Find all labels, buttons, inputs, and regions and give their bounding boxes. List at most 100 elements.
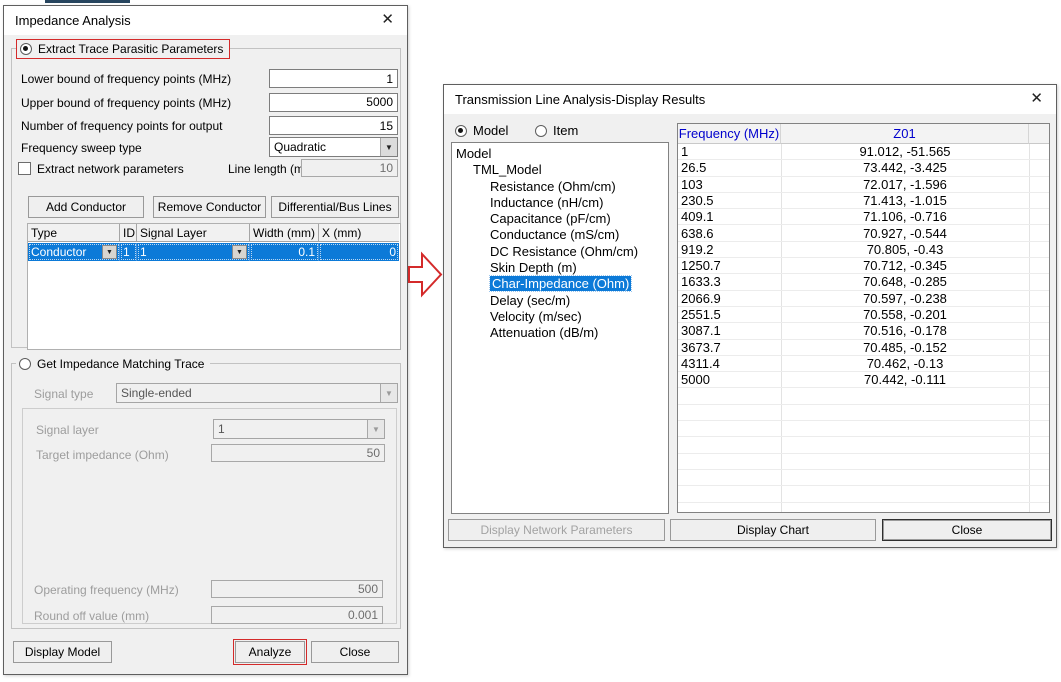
target-impedance-label: Target impedance (Ohm) bbox=[36, 448, 169, 462]
frequency-value: 1633.3 bbox=[681, 274, 721, 289]
results-table-row[interactable]: 230.571.413, -1.015 bbox=[678, 193, 1049, 209]
screenshot-canvas: Impedance Analysis ✕ Extract Trace Paras… bbox=[0, 0, 1061, 682]
line-length-field: 10 bbox=[301, 159, 398, 177]
item-radio[interactable]: Item bbox=[532, 121, 584, 140]
results-table-row[interactable]: 1 91.012, -51.565 bbox=[678, 144, 1049, 160]
round-off-label: Round off value (mm) bbox=[34, 609, 149, 623]
signal-layer-value: 1 bbox=[214, 420, 367, 438]
differential-bus-lines-button[interactable]: Differential/Bus Lines bbox=[271, 196, 399, 218]
display-model-button[interactable]: Display Model bbox=[13, 641, 112, 663]
tree-item[interactable]: Velocity (m/sec) bbox=[452, 309, 668, 325]
results-table-row[interactable]: 409.1 71.106, -0.716 bbox=[678, 209, 1049, 225]
chevron-down-icon: ▼ bbox=[380, 384, 397, 402]
z01-column-header[interactable]: Z01 bbox=[781, 124, 1029, 144]
conductor-width-cell[interactable]: 0.1 bbox=[250, 243, 319, 261]
conductor-layer-cell[interactable]: 1 ▼ bbox=[137, 243, 250, 261]
display-chart-button[interactable]: Display Chart bbox=[670, 519, 876, 541]
results-table-empty-row bbox=[678, 486, 1049, 502]
conductor-table-header-cell[interactable]: Width (mm) bbox=[250, 224, 319, 242]
red-annotation-arrow bbox=[407, 251, 444, 299]
tree-item[interactable]: Inductance (nH/cm) bbox=[452, 195, 668, 211]
z01-value: 73.442, -3.425 bbox=[781, 160, 1029, 175]
results-table-row[interactable]: 638.670.927, -0.544 bbox=[678, 226, 1049, 242]
operating-frequency-label: Operating frequency (MHz) bbox=[34, 583, 179, 597]
sweep-type-combo[interactable]: Quadratic ▼ bbox=[269, 137, 398, 157]
field-label: Upper bound of frequency points (MHz) bbox=[21, 96, 231, 110]
conductor-table-header-cell[interactable]: X (mm) bbox=[319, 224, 399, 242]
z01-value: 70.805, -0.43 bbox=[781, 242, 1029, 257]
chevron-down-icon: ▼ bbox=[367, 420, 384, 438]
conductor-table-header-cell[interactable]: Type bbox=[28, 224, 120, 242]
analyze-button[interactable]: Analyze bbox=[235, 641, 305, 663]
frequency-value: 409.1 bbox=[681, 209, 714, 224]
chevron-down-icon[interactable]: ▼ bbox=[232, 245, 247, 259]
frequency-value: 230.5 bbox=[681, 193, 714, 208]
z01-value: 70.485, -0.152 bbox=[781, 340, 1029, 355]
chevron-down-icon[interactable]: ▼ bbox=[102, 245, 117, 259]
tree-item[interactable]: Char-Impedance (Ohm) bbox=[452, 276, 668, 292]
close-icon[interactable]: ✕ bbox=[1030, 90, 1043, 108]
results-table-row[interactable]: 1250.770.712, -0.345 bbox=[678, 258, 1049, 274]
tree-item[interactable]: Model bbox=[452, 146, 668, 162]
close-icon[interactable]: ✕ bbox=[381, 11, 394, 29]
close-button[interactable]: Close bbox=[311, 641, 399, 663]
tree-item[interactable]: Conductance (mS/cm) bbox=[452, 227, 668, 243]
chevron-down-icon[interactable]: ▼ bbox=[380, 138, 397, 156]
results-table-row[interactable]: 4311.470.462, -0.13 bbox=[678, 356, 1049, 372]
tree-item[interactable]: DC Resistance (Ohm/cm) bbox=[452, 244, 668, 260]
frequency-column-header[interactable]: Frequency (MHz) bbox=[678, 124, 781, 144]
results-table-row[interactable]: 10372.017, -1.596 bbox=[678, 177, 1049, 193]
tree-item[interactable]: Skin Depth (m) bbox=[452, 260, 668, 276]
results-table-row[interactable]: 919.270.805, -0.43 bbox=[678, 242, 1049, 258]
impedance-dialog-title: Impedance Analysis bbox=[15, 13, 131, 28]
tree-item-label: Velocity (m/sec) bbox=[490, 309, 582, 324]
z01-value: 70.648, -0.285 bbox=[781, 274, 1029, 289]
tree-item-label: Skin Depth (m) bbox=[490, 260, 577, 275]
z01-value: 70.558, -0.201 bbox=[781, 307, 1029, 322]
radio-unselected-icon bbox=[19, 358, 31, 370]
conductor-id-cell[interactable]: 1 bbox=[120, 243, 137, 261]
extract-parasitic-radio[interactable]: Extract Trace Parasitic Parameters bbox=[16, 39, 230, 59]
z01-value: 70.712, -0.345 bbox=[781, 258, 1029, 273]
z01-value: 71.106, -0.716 bbox=[781, 209, 1029, 224]
results-table-row[interactable]: 26.573.442, -3.425 bbox=[678, 160, 1049, 176]
results-table-row[interactable]: 3673.770.485, -0.152 bbox=[678, 340, 1049, 356]
tml-dialog-titlebar: Transmission Line Analysis-Display Resul… bbox=[444, 85, 1056, 114]
model-radio-label: Model bbox=[473, 123, 508, 138]
field-input[interactable]: 15 bbox=[269, 116, 398, 135]
tree-item[interactable]: Resistance (Ohm/cm) bbox=[452, 179, 668, 195]
results-table-row[interactable]: 2551.570.558, -0.201 bbox=[678, 307, 1049, 323]
results-table-row[interactable]: 500070.442, -0.111 bbox=[678, 372, 1049, 388]
conductor-table: TypeIDSignal LayerWidth (mm)X (mm) Condu… bbox=[27, 223, 401, 350]
tree-item-label: Attenuation (dB/m) bbox=[490, 325, 598, 340]
matching-trace-radio[interactable]: Get Impedance Matching Trace bbox=[16, 355, 210, 373]
tree-item[interactable]: Delay (sec/m) bbox=[452, 293, 668, 309]
model-radio[interactable]: Model bbox=[452, 121, 514, 140]
conductor-table-header-cell[interactable]: Signal Layer bbox=[137, 224, 250, 242]
close-button[interactable]: Close bbox=[882, 519, 1052, 541]
results-table-empty-row bbox=[678, 503, 1049, 513]
conductor-type-cell[interactable]: Conductor ▼ bbox=[28, 243, 120, 261]
tree-item[interactable]: Capacitance (pF/cm) bbox=[452, 211, 668, 227]
conductor-table-header-cell[interactable]: ID bbox=[120, 224, 137, 242]
conductor-x-cell[interactable]: 0 bbox=[319, 243, 399, 261]
frequency-value: 1 bbox=[681, 144, 688, 159]
results-table-empty-row bbox=[678, 437, 1049, 453]
field-input[interactable]: 5000 bbox=[269, 93, 398, 112]
tree-item[interactable]: TML_Model bbox=[452, 162, 668, 178]
radio-selected-icon bbox=[20, 43, 32, 55]
field-label: Lower bound of frequency points (MHz) bbox=[21, 72, 231, 86]
z01-value: 91.012, -51.565 bbox=[781, 144, 1029, 159]
tree-item[interactable]: Attenuation (dB/m) bbox=[452, 325, 668, 341]
signal-layer-label: Signal layer bbox=[36, 423, 99, 437]
results-table-row[interactable]: 3087.170.516, -0.178 bbox=[678, 323, 1049, 339]
remove-conductor-button[interactable]: Remove Conductor bbox=[153, 196, 266, 218]
results-table-row[interactable]: 2066.970.597, -0.238 bbox=[678, 291, 1049, 307]
tree-item-selected-label: Char-Impedance (Ohm) bbox=[490, 276, 631, 291]
z01-value: 70.597, -0.238 bbox=[781, 291, 1029, 306]
add-conductor-button[interactable]: Add Conductor bbox=[28, 196, 144, 218]
results-table-row[interactable]: 1633.3 70.648, -0.285 bbox=[678, 274, 1049, 290]
field-input[interactable]: 1 bbox=[269, 69, 398, 88]
extract-network-checkbox[interactable] bbox=[18, 162, 31, 175]
tree-item-label: Inductance (nH/cm) bbox=[490, 195, 603, 210]
